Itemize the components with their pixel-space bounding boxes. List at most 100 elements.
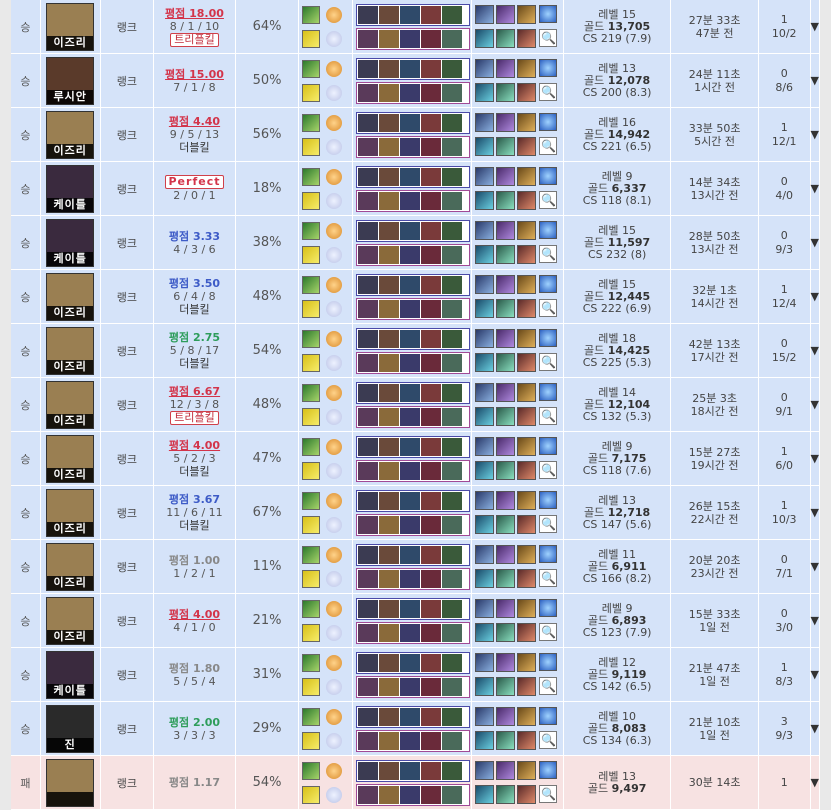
- enemy-champion-icon[interactable]: [442, 246, 463, 264]
- enemy-champion-icon[interactable]: [379, 570, 400, 588]
- ally-champion-icon[interactable]: [379, 708, 400, 726]
- item-icon[interactable]: [475, 545, 495, 564]
- enemy-champion-icon[interactable]: [421, 138, 442, 156]
- expand-cell[interactable]: ▼: [810, 162, 821, 216]
- ally-champion-icon[interactable]: [421, 330, 442, 348]
- ally-champion-icon[interactable]: [358, 6, 379, 24]
- expand-arrow-icon[interactable]: ▼: [811, 506, 819, 519]
- ally-champion-icon[interactable]: [358, 276, 379, 294]
- keystone-rune-icon[interactable]: [326, 385, 343, 401]
- ally-champion-icon[interactable]: [379, 114, 400, 132]
- search-icon[interactable]: 🔍: [539, 245, 558, 263]
- keystone-rune-icon[interactable]: [326, 331, 343, 347]
- search-icon[interactable]: 🔍: [539, 623, 558, 641]
- ally-champion-icon[interactable]: [442, 762, 463, 780]
- keystone-rune-icon[interactable]: [326, 493, 343, 509]
- ally-champion-icon[interactable]: [421, 384, 442, 402]
- enemy-champion-icon[interactable]: [400, 678, 421, 696]
- ally-champion-icon[interactable]: [379, 6, 400, 24]
- enemy-champion-icon[interactable]: [400, 570, 421, 588]
- expand-arrow-icon[interactable]: ▼: [811, 20, 819, 33]
- item-icon[interactable]: [517, 785, 537, 804]
- expand-arrow-icon[interactable]: ▼: [811, 614, 819, 627]
- secondary-rune-icon[interactable]: [326, 247, 343, 263]
- expand-arrow-icon[interactable]: ▼: [811, 236, 819, 249]
- item-icon[interactable]: [496, 545, 516, 564]
- enemy-champion-icon[interactable]: [442, 192, 463, 210]
- champion-portrait[interactable]: 루시안: [46, 56, 95, 105]
- secondary-rune-icon[interactable]: [326, 85, 343, 101]
- champion-portrait[interactable]: [46, 758, 95, 807]
- item-icon[interactable]: [517, 29, 537, 48]
- ally-champion-icon[interactable]: [358, 438, 379, 456]
- trinket-icon[interactable]: [539, 5, 558, 23]
- enemy-champion-icon[interactable]: [358, 678, 379, 696]
- expand-cell[interactable]: ▼: [810, 54, 821, 108]
- enemy-champion-icon[interactable]: [379, 624, 400, 642]
- item-icon[interactable]: [517, 275, 537, 294]
- item-icon[interactable]: [517, 569, 537, 588]
- item-icon[interactable]: [517, 623, 537, 642]
- expand-cell[interactable]: ▼: [810, 216, 821, 270]
- ally-champion-icon[interactable]: [358, 708, 379, 726]
- summoner-spell-icon[interactable]: [302, 330, 321, 348]
- keystone-rune-icon[interactable]: [326, 655, 343, 671]
- ally-champion-icon[interactable]: [421, 708, 442, 726]
- item-icon[interactable]: [496, 83, 516, 102]
- item-icon[interactable]: [496, 191, 516, 210]
- summoner-spell-icon[interactable]: [302, 222, 321, 240]
- enemy-champion-icon[interactable]: [442, 624, 463, 642]
- item-icon[interactable]: [517, 515, 537, 534]
- item-icon[interactable]: [475, 329, 495, 348]
- search-icon[interactable]: 🔍: [539, 191, 558, 209]
- item-icon[interactable]: [475, 653, 495, 672]
- ally-champion-icon[interactable]: [421, 276, 442, 294]
- item-icon[interactable]: [496, 5, 516, 24]
- trinket-icon[interactable]: [539, 329, 558, 347]
- champion-portrait[interactable]: 케이틀: [46, 164, 95, 213]
- expand-arrow-icon[interactable]: ▼: [811, 128, 819, 141]
- match-row[interactable]: 승 이즈리 랭크 평점 4.00 4 / 1 / 0 21% 🔍 레벨 9 골드…: [0, 594, 831, 648]
- enemy-champion-icon[interactable]: [358, 192, 379, 210]
- match-row[interactable]: 승 이즈리 랭크 평점 1.00 1 / 2 / 1 11% 🔍 레벨 11 골…: [0, 540, 831, 594]
- item-icon[interactable]: [496, 461, 516, 480]
- flash-spell-icon[interactable]: [302, 678, 321, 696]
- item-icon[interactable]: [496, 383, 516, 402]
- expand-cell[interactable]: ▼: [810, 648, 821, 702]
- flash-spell-icon[interactable]: [302, 462, 321, 480]
- enemy-champion-icon[interactable]: [400, 786, 421, 804]
- summoner-spell-icon[interactable]: [302, 384, 321, 402]
- ally-champion-icon[interactable]: [442, 168, 463, 186]
- expand-cell[interactable]: ▼: [810, 756, 821, 810]
- expand-arrow-icon[interactable]: ▼: [811, 344, 819, 357]
- search-icon[interactable]: 🔍: [539, 515, 558, 533]
- enemy-champion-icon[interactable]: [442, 84, 463, 102]
- summoner-spell-icon[interactable]: [302, 492, 321, 510]
- enemy-champion-icon[interactable]: [421, 246, 442, 264]
- item-icon[interactable]: [475, 437, 495, 456]
- ally-champion-icon[interactable]: [358, 654, 379, 672]
- trinket-icon[interactable]: [539, 167, 558, 185]
- champion-portrait[interactable]: 이즈리: [46, 434, 95, 483]
- ally-champion-icon[interactable]: [400, 654, 421, 672]
- item-icon[interactable]: [496, 707, 516, 726]
- expand-arrow-icon[interactable]: ▼: [811, 452, 819, 465]
- ally-champion-icon[interactable]: [379, 492, 400, 510]
- enemy-champion-icon[interactable]: [358, 246, 379, 264]
- item-icon[interactable]: [496, 29, 516, 48]
- champion-portrait[interactable]: 이즈리: [46, 380, 95, 429]
- expand-arrow-icon[interactable]: ▼: [811, 74, 819, 87]
- item-icon[interactable]: [517, 545, 537, 564]
- item-icon[interactable]: [496, 167, 516, 186]
- ally-champion-icon[interactable]: [442, 222, 463, 240]
- item-icon[interactable]: [517, 245, 537, 264]
- trinket-icon[interactable]: [539, 383, 558, 401]
- ally-champion-icon[interactable]: [400, 762, 421, 780]
- enemy-champion-icon[interactable]: [400, 138, 421, 156]
- item-icon[interactable]: [496, 623, 516, 642]
- expand-cell[interactable]: ▼: [810, 594, 821, 648]
- ally-champion-icon[interactable]: [358, 492, 379, 510]
- champion-portrait[interactable]: 이즈리: [46, 272, 95, 321]
- enemy-champion-icon[interactable]: [400, 246, 421, 264]
- enemy-champion-icon[interactable]: [421, 300, 442, 318]
